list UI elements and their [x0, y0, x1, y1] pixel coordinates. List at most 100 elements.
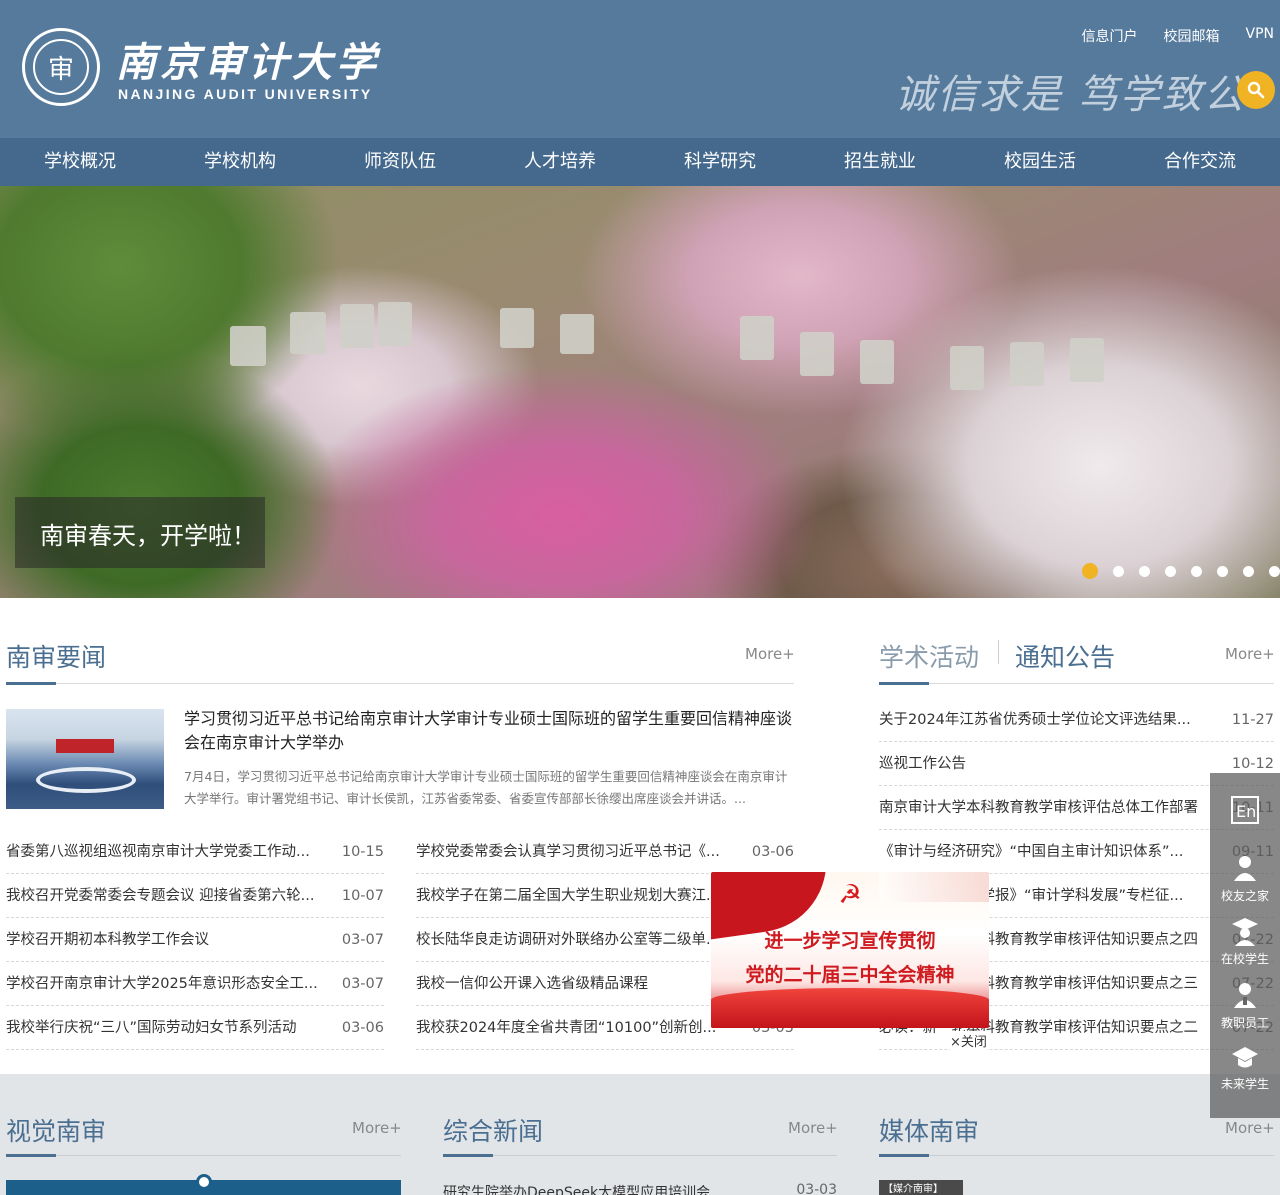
notices-title-underline: [879, 682, 929, 685]
main-nav: 学校概况 学校机构 师资队伍 人才培养 科学研究 招生就业 校园生活 合作交流: [0, 138, 1280, 186]
link-info-portal[interactable]: 信息门户: [1082, 26, 1138, 46]
english-site-button[interactable]: En: [1210, 795, 1280, 829]
graduation-cap-icon: [1232, 1047, 1258, 1068]
notices-divider: [879, 683, 1274, 684]
carousel-dot-5[interactable]: [1191, 565, 1202, 577]
site-header: 审 南京审计大学 NANJING AUDIT UNIVERSITY 信息门户 校…: [0, 0, 1280, 138]
banner-caption[interactable]: 南审春天，开学啦！: [40, 516, 256, 551]
tab-academic-activities[interactable]: 学术活动: [879, 638, 979, 674]
carousel-dot-7[interactable]: [1243, 565, 1254, 577]
news-item-title: 我校获2024年度全省共青团“10100”创新创...: [416, 1020, 717, 1036]
popup-line-1: 进一步学习宣传贯彻: [764, 930, 936, 952]
nav-campus-life[interactable]: 校园生活: [960, 138, 1120, 186]
news-item-title: 学校召开南京审计大学2025年意识形态安全工...: [6, 976, 318, 992]
english-icon: En: [1231, 796, 1259, 824]
path-stone: [230, 326, 266, 366]
news-divider: [6, 683, 794, 684]
promo-popup[interactable]: ☭ 进一步学习宣传贯彻 党的二十届三中全会精神: [711, 872, 989, 1028]
top-links: 信息门户 校园邮箱 VPN: [1082, 26, 1275, 46]
news-item-date: 10-07: [341, 888, 384, 904]
visual-more-link[interactable]: More+: [352, 1119, 402, 1137]
news-list-item[interactable]: 我校召开党委常委会专题会议 迎接省委第六轮... 10-07: [6, 874, 384, 918]
media-tag[interactable]: 【媒介南审】: [879, 1180, 963, 1195]
svg-text:En: En: [1236, 802, 1256, 821]
emblem-char: 审: [33, 39, 89, 95]
university-emblem-logo[interactable]: 审: [22, 28, 100, 106]
path-stone: [800, 332, 834, 376]
nav-about[interactable]: 学校概况: [0, 138, 160, 186]
news-title-underline: [6, 682, 56, 685]
notice-item-title: 南京审计大学本科教育教学审核评估总体工作部署: [879, 800, 1198, 816]
sidebar-students[interactable]: 在校学生: [1210, 916, 1280, 967]
news-item-title: 我校学子在第二届全国大学生职业规划大赛江...: [416, 888, 720, 904]
visual-title-underline: [6, 1154, 56, 1157]
path-stone: [378, 302, 412, 346]
carousel-dot-6[interactable]: [1217, 565, 1228, 577]
carousel-dot-3[interactable]: [1139, 565, 1150, 577]
notice-item-date: 11-27: [1231, 712, 1274, 728]
news-list-item[interactable]: 学校党委常委会认真学习贯彻习近平总书记《... 03-06: [416, 830, 794, 874]
general-more-link[interactable]: More+: [788, 1119, 838, 1137]
carousel-dot-8[interactable]: [1269, 565, 1280, 577]
visual-section-title[interactable]: 视觉南审: [6, 1112, 106, 1148]
nav-research[interactable]: 科学研究: [640, 138, 800, 186]
nav-faculty[interactable]: 师资队伍: [320, 138, 480, 186]
general-news-item[interactable]: 研究生院举办DeepSeek大模型应用培训会 03-03: [443, 1182, 837, 1195]
news-more-link[interactable]: More+: [745, 645, 795, 663]
path-stone: [340, 304, 374, 348]
news-list-item[interactable]: 我校举行庆祝“三八”国际劳动妇女节系列活动 03-06: [6, 1006, 384, 1050]
news-item-date: 03-06: [751, 844, 794, 860]
popup-close-button[interactable]: ×关闭: [950, 1031, 987, 1050]
image-red-banner: [56, 739, 114, 753]
visual-video-thumbnail[interactable]: [6, 1174, 401, 1195]
path-stone: [1070, 338, 1104, 382]
news-item-title: 我校召开党委常委会专题会议 迎接省委第六轮...: [6, 888, 315, 904]
carousel-dot-4[interactable]: [1165, 565, 1176, 577]
sidebar-prospective[interactable]: 未来学生: [1210, 1045, 1280, 1092]
link-vpn[interactable]: VPN: [1246, 26, 1275, 46]
tab-notices[interactable]: 通知公告: [1015, 638, 1115, 674]
popup-red-wave: [711, 988, 989, 1028]
general-news-title[interactable]: 综合新闻: [443, 1112, 543, 1148]
hero-banner-image[interactable]: 南审春天，开学啦！: [0, 186, 1280, 598]
sidebar-staff[interactable]: 教职员工: [1210, 980, 1280, 1031]
notice-item-title: 关于2024年江苏省优秀硕士学位论文评选结果...: [879, 712, 1191, 728]
path-stone: [950, 346, 984, 390]
popup-decor: [879, 872, 989, 902]
news-list-item[interactable]: 学校召开南京审计大学2025年意识形态安全工... 03-07: [6, 962, 384, 1006]
nav-admissions[interactable]: 招生就业: [800, 138, 960, 186]
sidebar-staff-label: 教职员工: [1220, 1016, 1269, 1030]
path-stone: [290, 312, 326, 354]
carousel-dot-1[interactable]: [1082, 563, 1098, 579]
carousel-dot-2[interactable]: [1113, 565, 1124, 577]
notices-more-link[interactable]: More+: [1225, 645, 1275, 663]
image-conference-table: [36, 767, 136, 793]
featured-news-desc: 7月4日，学习贯彻习近平总书记给南京审计大学审计专业硕士国际班的留学生重要回信精…: [184, 769, 788, 806]
featured-news-image[interactable]: [6, 709, 164, 809]
popup-line-2: 党的二十届三中全会精神: [745, 964, 955, 986]
path-stone: [560, 314, 594, 354]
path-stone: [500, 308, 534, 348]
path-stone: [860, 340, 894, 384]
news-list-item[interactable]: 学校召开期初本科教学工作会议 03-07: [6, 918, 384, 962]
university-name-cn[interactable]: 南京审计大学: [116, 30, 380, 88]
alumni-icon: [1234, 856, 1256, 881]
play-icon: [196, 1174, 212, 1190]
featured-news-title[interactable]: 学习贯彻习近平总书记给南京审计大学审计专业硕士国际班的留学生重要回信精神座谈会在…: [184, 707, 796, 755]
notice-item[interactable]: 关于2024年江苏省优秀硕士学位论文评选结果... 11-27: [879, 698, 1274, 742]
nav-education[interactable]: 人才培养: [480, 138, 640, 186]
nav-cooperation[interactable]: 合作交流: [1120, 138, 1280, 186]
nav-departments[interactable]: 学校机构: [160, 138, 320, 186]
media-divider: [879, 1155, 1274, 1156]
news-item-date: 03-07: [341, 976, 384, 992]
news-list-item[interactable]: 省委第八巡视组巡视南京审计大学党委工作动... 10-15: [6, 830, 384, 874]
news-section-title[interactable]: 南审要闻: [6, 638, 106, 674]
sidebar-alumni[interactable]: 校友之家: [1210, 853, 1280, 904]
sidebar-alumni-label: 校友之家: [1220, 889, 1269, 903]
media-section-title[interactable]: 媒体南审: [879, 1112, 979, 1148]
general-title-underline: [443, 1154, 493, 1157]
link-campus-mail[interactable]: 校园邮箱: [1164, 26, 1220, 46]
sidebar-prospective-label: 未来学生: [1220, 1077, 1269, 1091]
search-button[interactable]: [1237, 71, 1275, 109]
media-more-link[interactable]: More+: [1225, 1119, 1275, 1137]
